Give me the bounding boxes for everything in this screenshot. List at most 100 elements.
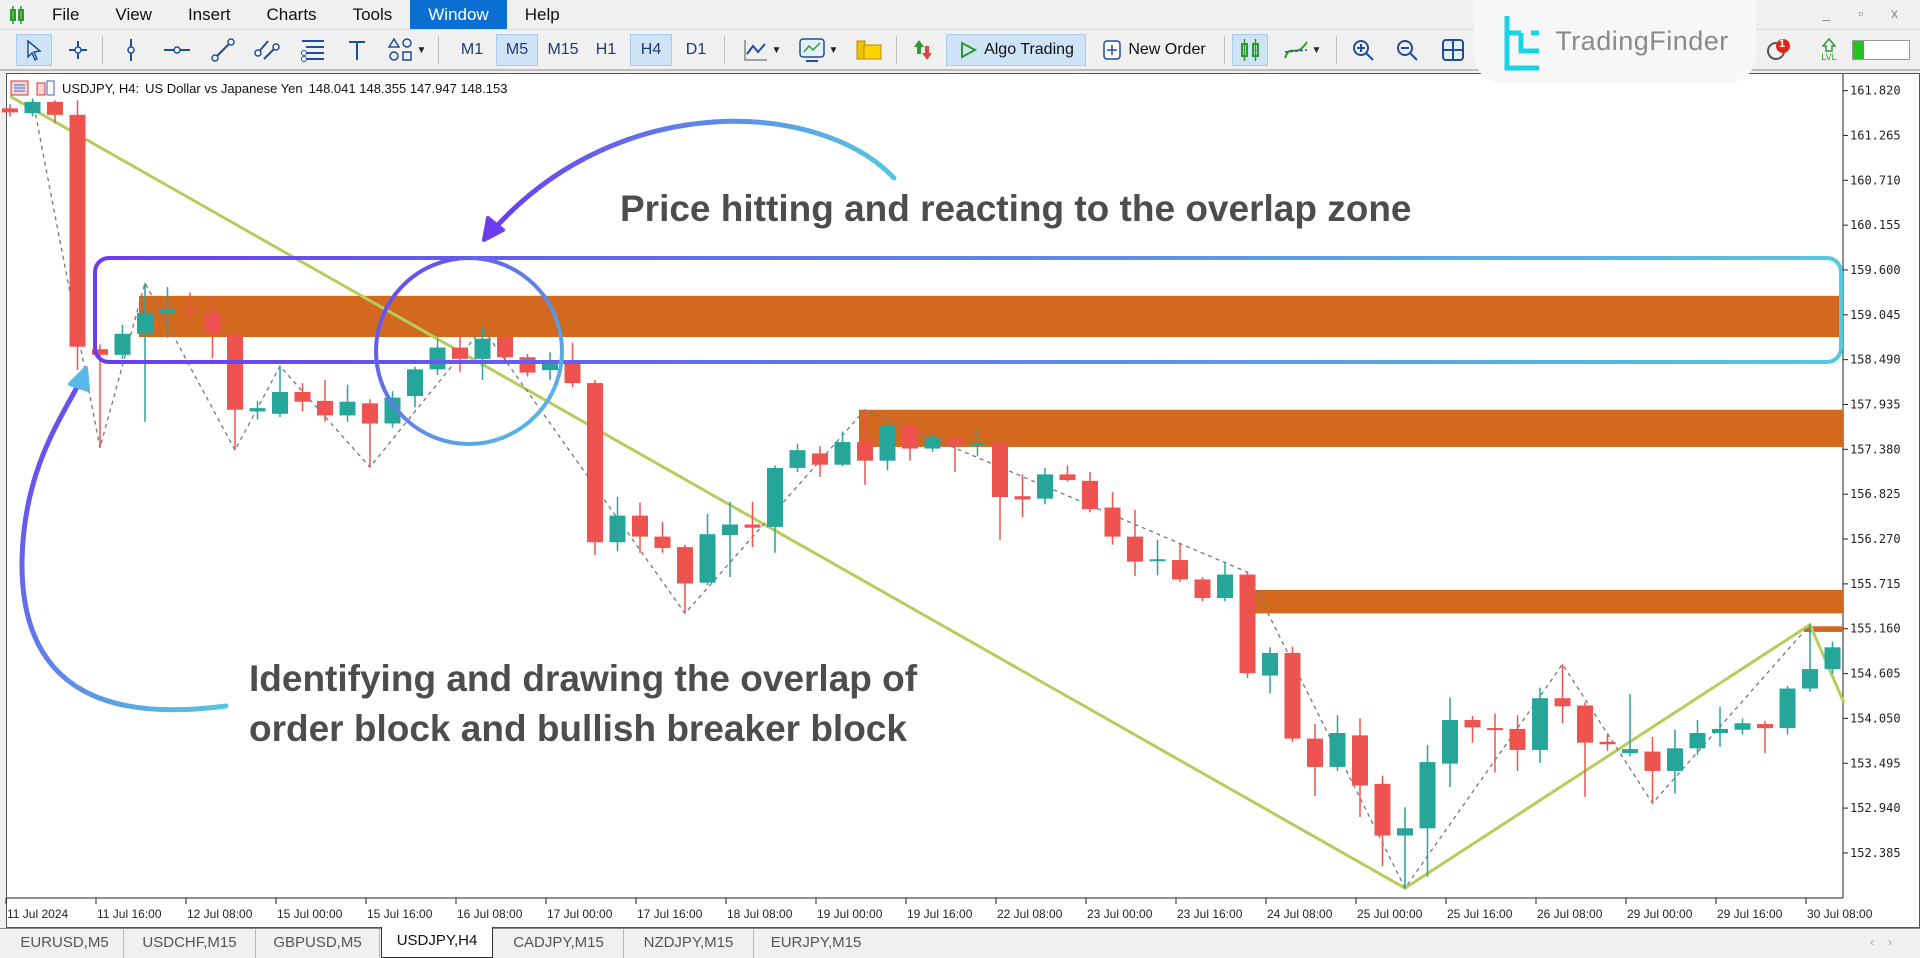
- candle-body: [1599, 741, 1616, 745]
- candle-body: [69, 114, 86, 347]
- candle-body: [339, 401, 356, 416]
- price-tick-label: 154.605: [1850, 667, 1901, 681]
- candle-body: [1442, 720, 1458, 764]
- tab-nzdjpy-m15[interactable]: NZDJPY,M15: [624, 929, 754, 958]
- candle-body: [722, 524, 738, 535]
- chart-tabs: EURUSD,M5 USDCHF,M15 GBPUSD,M5 USDJPY,H4…: [0, 927, 1920, 958]
- candle-body: [654, 536, 671, 548]
- tab-gbpusd-m5[interactable]: GBPUSD,M5: [256, 929, 380, 958]
- arrow-head-bottom: [68, 366, 90, 392]
- candle-body: [1644, 751, 1661, 771]
- candle-body: [902, 425, 918, 449]
- candle-body: [497, 337, 513, 358]
- one-click-trading-icon[interactable]: [36, 80, 56, 96]
- candle-body: [1037, 474, 1053, 499]
- candle-body: [1509, 728, 1526, 750]
- candle-body: [1284, 652, 1301, 739]
- candle-body: [182, 308, 198, 311]
- time-tick-label: 25 Jul 00:00: [1357, 907, 1423, 921]
- candle-body: [1712, 728, 1728, 733]
- tab-usdchf-m15[interactable]: USDCHF,M15: [124, 929, 256, 958]
- candle-body: [1307, 738, 1323, 767]
- chart-header: USDJPY, H4: US Dollar vs Japanese Yen 14…: [10, 80, 507, 96]
- tab-eurusd-m5[interactable]: EURUSD,M5: [6, 929, 124, 958]
- candle-body: [24, 101, 41, 114]
- price-tick-label: 160.710: [1850, 173, 1901, 187]
- candle-body: [1104, 507, 1121, 537]
- order-block-zone: [859, 409, 1843, 447]
- price-tick-label: 157.935: [1850, 398, 1901, 412]
- candle-body: [812, 453, 828, 465]
- candle-body: [1779, 688, 1796, 729]
- candle-body: [249, 408, 266, 412]
- time-tick-label: 11 Jul 16:00: [97, 907, 162, 921]
- candle-body: [632, 515, 648, 537]
- time-tick-label: 25 Jul 16:00: [1447, 907, 1513, 921]
- candle-body: [452, 347, 468, 359]
- annotation-price-hitting: Price hitting and reacting to the overla…: [620, 188, 1412, 229]
- candle-body: [1464, 720, 1481, 728]
- time-tick-label: 19 Jul 16:00: [907, 907, 973, 921]
- candle-body: [1082, 480, 1098, 510]
- candle-body: [1824, 647, 1841, 670]
- candle-body: [1554, 698, 1571, 707]
- candle-body: [1374, 783, 1391, 836]
- time-tick-label: 16 Jul 08:00: [457, 907, 523, 921]
- tab-usdjpy-h4[interactable]: USDJPY,H4: [381, 927, 493, 958]
- candle-body: [609, 515, 626, 543]
- candle-body: [879, 425, 896, 461]
- candle-body: [1329, 732, 1346, 767]
- candle-body: [857, 442, 873, 461]
- annotation-overlap-line2: order block and bullish breaker block: [249, 708, 907, 749]
- price-tick-label: 160.155: [1850, 218, 1901, 232]
- price-tick-label: 158.490: [1850, 353, 1901, 367]
- reaction-circle: [374, 256, 564, 446]
- candle-body: [969, 442, 986, 445]
- candle-body: [699, 534, 716, 583]
- tab-cadjpy-m15[interactable]: CADJPY,M15: [494, 929, 624, 958]
- candle-body: [1149, 559, 1166, 562]
- candle-body: [114, 333, 131, 355]
- price-tick-label: 154.050: [1850, 711, 1901, 725]
- tab-scroll-arrows[interactable]: ‹›: [1870, 935, 1906, 949]
- candle-body: [587, 383, 603, 543]
- time-tick-label: 19 Jul 00:00: [817, 907, 883, 921]
- price-tick-label: 159.045: [1850, 308, 1901, 322]
- candle-body: [992, 443, 1008, 498]
- chart-symbol: USDJPY, H4:: [62, 80, 140, 96]
- candle-body: [1757, 724, 1773, 729]
- tab-eurjpy-m15[interactable]: EURJPY,M15: [754, 929, 878, 958]
- price-tick-label: 157.380: [1850, 442, 1901, 456]
- price-chart[interactable]: 161.820 161.265 160.710 160.155 159.600 159.0…: [0, 0, 1920, 928]
- time-tick-label: 12 Jul 08:00: [187, 907, 253, 921]
- tradingfinder-logo: TradingFinder: [1474, 0, 1756, 83]
- logo-text: TradingFinder: [1555, 26, 1729, 56]
- price-tick-label: 156.270: [1850, 532, 1901, 546]
- candle-body: [1014, 496, 1031, 500]
- candle-body: [834, 442, 851, 465]
- candle-body: [744, 524, 761, 528]
- candle-body: [1689, 732, 1706, 749]
- time-tick-label: 15 Jul 16:00: [367, 907, 433, 921]
- tradingfinder-logo-icon: [1504, 15, 1540, 70]
- candle-body: [362, 403, 378, 424]
- candle-body: [294, 391, 311, 402]
- time-tick-label: 11 Jul 2024: [7, 907, 68, 921]
- candle-body: [1577, 705, 1593, 743]
- candle-body: [1532, 698, 1548, 750]
- time-tick-label: 15 Jul 00:00: [277, 907, 343, 921]
- candle-body: [1059, 474, 1076, 481]
- time-tick-label: 18 Jul 08:00: [727, 907, 793, 921]
- candle-body: [519, 357, 536, 373]
- candle-body: [1352, 735, 1368, 786]
- candle-body: [1217, 574, 1233, 599]
- candle-body: [1397, 828, 1413, 836]
- candle-body: [789, 450, 806, 468]
- time-tick-label: 17 Jul 00:00: [547, 907, 613, 921]
- candle-body: [317, 400, 333, 416]
- price-tick-label: 152.385: [1850, 846, 1901, 860]
- price-tick-label: 156.825: [1850, 487, 1901, 501]
- candle-body: [947, 439, 963, 447]
- candle-body: [227, 334, 243, 410]
- candle-body: [159, 308, 176, 313]
